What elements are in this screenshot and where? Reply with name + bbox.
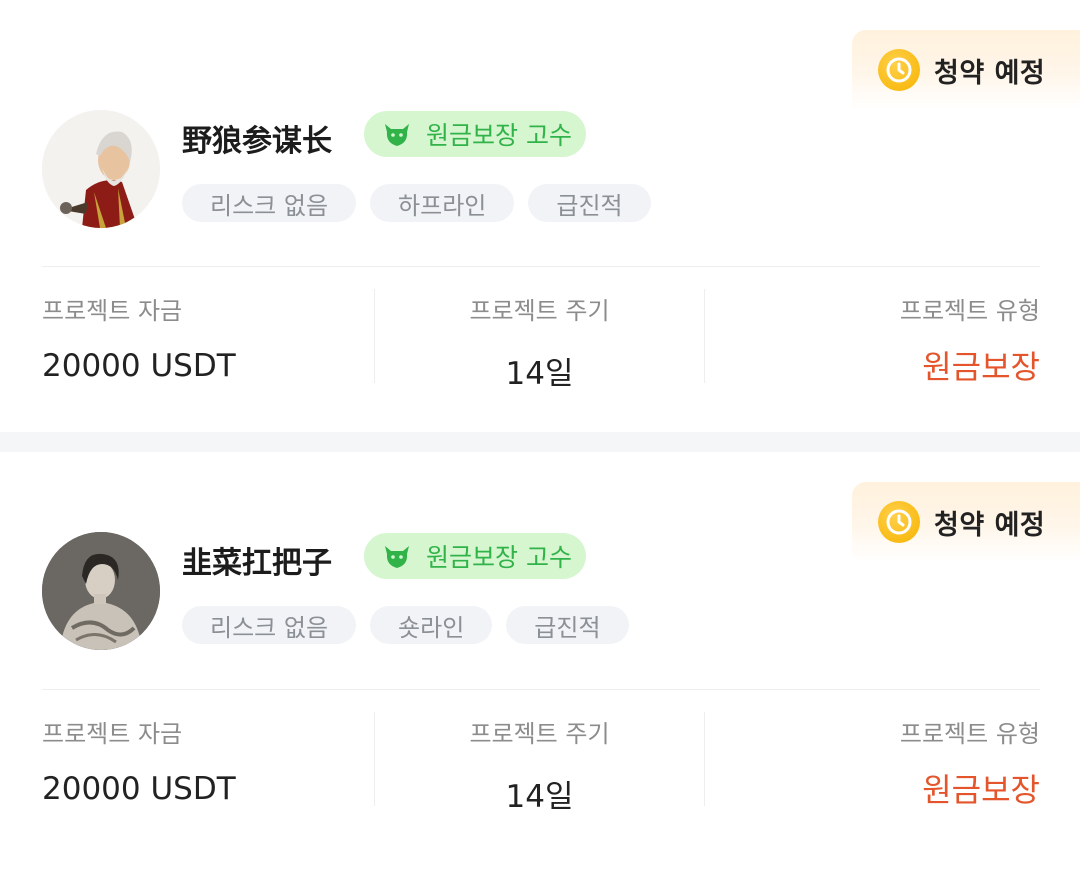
stat-label: 프로젝트 유형 xyxy=(899,720,1040,748)
tag: 하프라인 xyxy=(370,184,515,222)
bull-icon xyxy=(382,541,412,571)
trader-name[interactable]: 韭菜扛把子 xyxy=(182,538,332,582)
type-badge-label: 원금보장 고수 xyxy=(426,121,572,150)
divider xyxy=(42,266,1040,267)
tag: 숏라인 xyxy=(370,606,493,644)
stat-label: 프로젝트 주기 xyxy=(469,297,610,325)
tag: 급진적 xyxy=(506,606,629,644)
stat-fund: 프로젝트 자금 20000 USDT xyxy=(42,289,374,384)
clock-icon xyxy=(878,49,920,91)
divider xyxy=(42,689,1040,690)
stat-value: 원금보장 xyxy=(922,771,1040,809)
status-badge: 청약 예정 xyxy=(852,30,1080,110)
stat-type: 프로젝트 유형 원금보장 xyxy=(705,289,1040,386)
stat-value: 14일 xyxy=(505,779,574,815)
trader-name[interactable]: 野狼参谋长 xyxy=(182,116,332,160)
clock-icon xyxy=(878,501,920,543)
type-badge: 원금보장 고수 xyxy=(364,111,586,157)
project-card[interactable]: 청약 예정 野狼参谋长 원금보장 고수 리스크 없음 하프라인 급진적 프로젝트… xyxy=(0,0,1080,432)
stat-value: 원금보장 xyxy=(922,348,1040,386)
avatar[interactable] xyxy=(42,532,160,650)
type-badge: 원금보장 고수 xyxy=(364,533,586,579)
type-badge-label: 원금보장 고수 xyxy=(426,543,572,572)
stat-value: 20000 USDT xyxy=(42,348,236,384)
stat-label: 프로젝트 자금 xyxy=(42,297,183,325)
stat-period: 프로젝트 주기 14일 xyxy=(374,712,705,815)
stat-value: 14일 xyxy=(505,356,574,392)
tag: 리스크 없음 xyxy=(182,184,357,222)
stat-type: 프로젝트 유형 원금보장 xyxy=(705,712,1040,809)
tag-list: 리스크 없음 숏라인 급진적 xyxy=(182,606,643,644)
stat-period: 프로젝트 주기 14일 xyxy=(374,289,705,392)
project-card[interactable]: 청약 예정 韭菜扛把子 원금보장 고수 리스크 없음 숏라인 급진적 프로젝트 … xyxy=(0,452,1080,886)
card-separator xyxy=(0,432,1080,452)
status-label: 청약 예정 xyxy=(934,57,1046,89)
stat-label: 프로젝트 유형 xyxy=(899,297,1040,325)
stat-fund: 프로젝트 자금 20000 USDT xyxy=(42,712,374,807)
status-label: 청약 예정 xyxy=(934,509,1046,541)
avatar[interactable] xyxy=(42,110,160,228)
stat-label: 프로젝트 주기 xyxy=(469,720,610,748)
stats-row: 프로젝트 자금 20000 USDT 프로젝트 주기 14일 프로젝트 유형 원… xyxy=(42,712,1040,815)
bull-icon xyxy=(382,119,412,149)
status-badge: 청약 예정 xyxy=(852,482,1080,562)
tag: 급진적 xyxy=(528,184,651,222)
stat-label: 프로젝트 자금 xyxy=(42,720,183,748)
tag: 리스크 없음 xyxy=(182,606,357,644)
stats-row: 프로젝트 자금 20000 USDT 프로젝트 주기 14일 프로젝트 유형 원… xyxy=(42,289,1040,392)
stat-value: 20000 USDT xyxy=(42,771,236,807)
tag-list: 리스크 없음 하프라인 급진적 xyxy=(182,184,665,222)
